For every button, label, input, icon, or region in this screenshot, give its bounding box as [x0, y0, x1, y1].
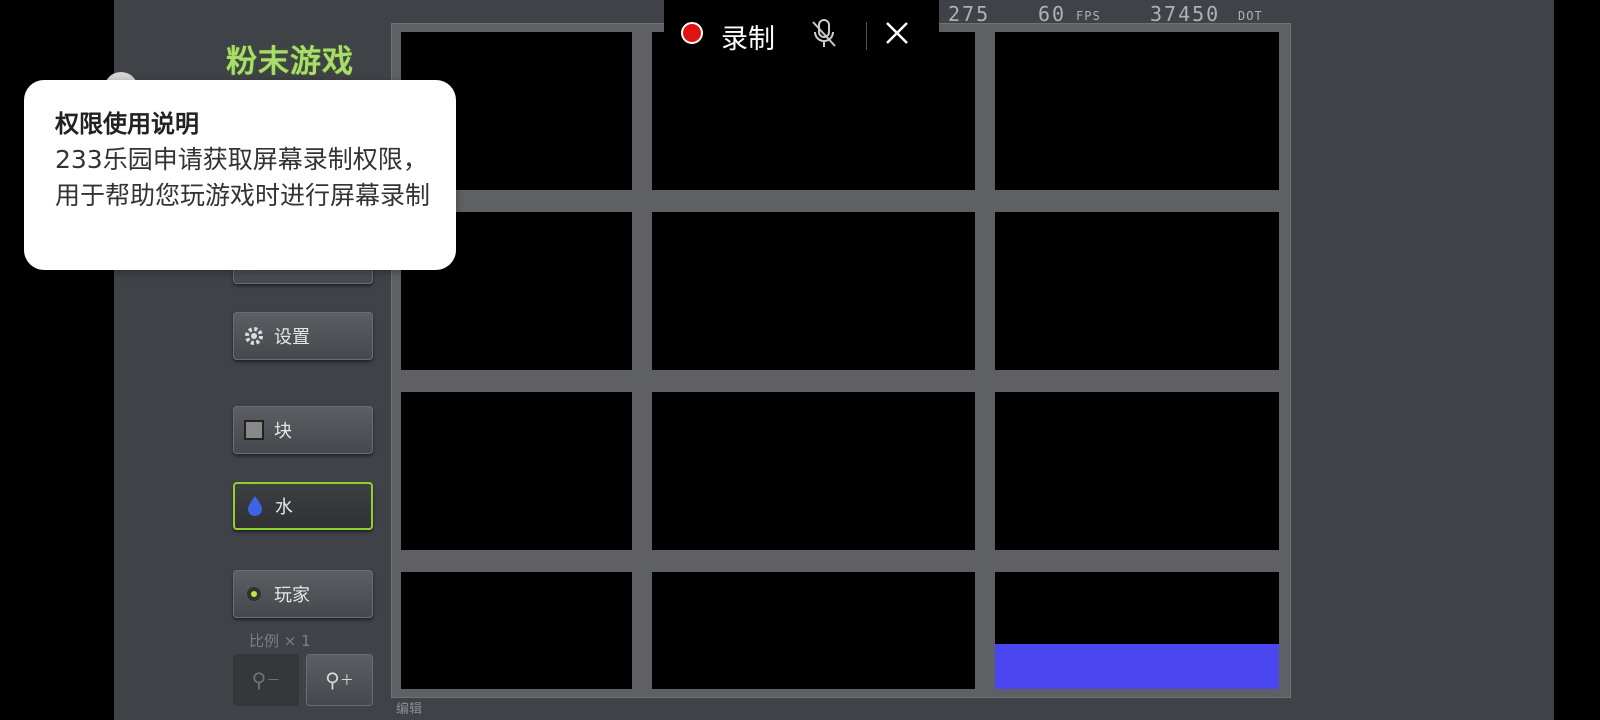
permission-title: 权限使用说明 — [55, 110, 199, 138]
dot-unit: DOT — [1238, 9, 1263, 23]
record-dot-icon[interactable] — [681, 22, 703, 44]
dot-value: 37450 — [1150, 2, 1221, 26]
game-canvas[interactable] — [391, 23, 1291, 698]
canvas-cell-water — [995, 572, 1279, 689]
canvas-cell — [995, 32, 1279, 190]
canvas-cell — [401, 572, 632, 689]
close-icon[interactable] — [882, 18, 912, 52]
magnifier-icon: ⚲ — [325, 668, 340, 692]
mic-muted-icon[interactable] — [809, 18, 839, 54]
water-drop-icon — [243, 494, 267, 518]
magnifier-icon: ⚲ — [251, 668, 267, 692]
zoom-in-label: ＋ — [339, 673, 354, 689]
permission-description: 233乐园申请获取屏幕录制权限，用于帮助您玩游戏时进行屏幕录制 — [55, 145, 431, 210]
zoom-out-button[interactable]: ⚲ － — [233, 654, 299, 706]
canvas-cell — [995, 212, 1279, 370]
game-logo: 粉末游戏 — [226, 44, 354, 80]
block-label: 块 — [274, 421, 292, 442]
player-icon — [242, 582, 266, 606]
canvas-cell — [652, 572, 975, 689]
canvas-cell — [995, 392, 1279, 550]
gear-icon — [242, 324, 266, 348]
player-button[interactable]: 玩家 — [233, 570, 373, 618]
record-label[interactable]: 录制 — [721, 17, 775, 56]
dots-count: 275 — [948, 2, 991, 26]
settings-label: 设置 — [274, 327, 310, 348]
zoom-in-button[interactable]: ⚲ ＋ — [306, 654, 373, 706]
fps-unit: FPS — [1076, 9, 1101, 23]
canvas-cell — [652, 392, 975, 550]
canvas-cell — [652, 212, 975, 370]
water-fill — [995, 644, 1279, 689]
canvas-cell — [401, 392, 632, 550]
divider — [866, 22, 867, 50]
player-label: 玩家 — [274, 585, 310, 606]
edit-label: 编辑 — [396, 702, 423, 717]
scale-label: 比例 × 1 — [249, 632, 311, 650]
settings-button[interactable]: 设置 — [233, 312, 373, 360]
block-icon — [242, 418, 266, 442]
screen-record-bar: 录制 — [664, 0, 939, 68]
water-label: 水 — [275, 497, 293, 518]
water-button[interactable]: 水 — [233, 482, 373, 530]
fps-value: 60 — [1038, 2, 1067, 26]
block-button[interactable]: 块 — [233, 406, 373, 454]
permission-dialog: 权限使用说明 233乐园申请获取屏幕录制权限，用于帮助您玩游戏时进行屏幕录制 — [24, 80, 456, 270]
zoom-out-label: － — [266, 673, 281, 689]
